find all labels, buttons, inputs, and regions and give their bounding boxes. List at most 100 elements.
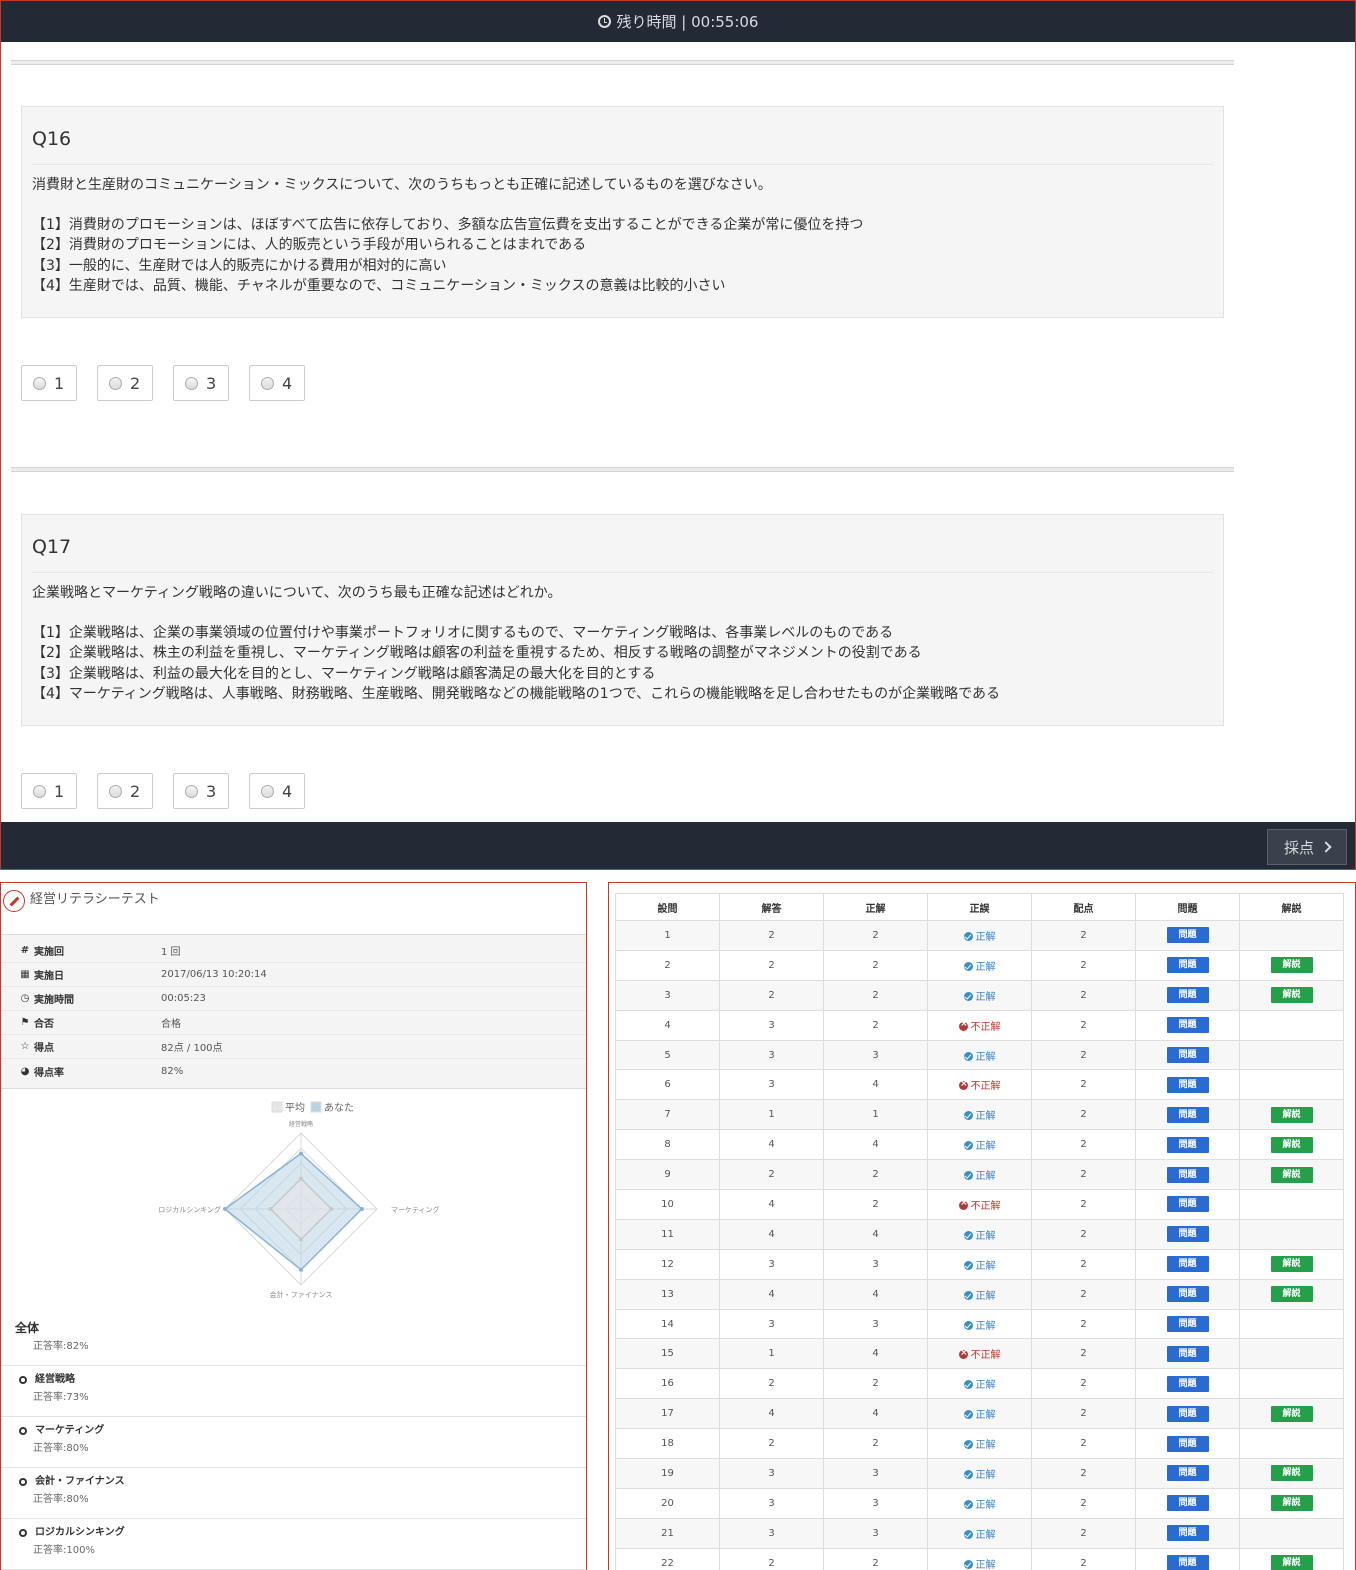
correct-answer-cell: 2: [823, 1189, 928, 1220]
answer-choice-4[interactable]: 4: [249, 365, 305, 401]
view-explanation-button[interactable]: 解説: [1270, 987, 1313, 1004]
answer-choice-2[interactable]: 2: [97, 773, 153, 809]
your-answer-cell: 4: [719, 1129, 824, 1161]
view-explanation-button[interactable]: 解説: [1270, 957, 1313, 974]
view-question-button[interactable]: 問題: [1166, 1106, 1209, 1123]
answer-choice-3[interactable]: 3: [173, 773, 229, 809]
question-divider: [11, 467, 1234, 472]
correct-answer-cell: 2: [823, 1159, 928, 1191]
table-row: 634 不正解 2 問題: [615, 1069, 1344, 1101]
column-header: 正解: [823, 893, 928, 921]
choice-label: 2: [130, 781, 141, 801]
radio-icon[interactable]: [261, 784, 274, 798]
view-explanation-button[interactable]: 解説: [1270, 1495, 1313, 1512]
question-button-cell: 問題: [1135, 979, 1240, 1011]
answer-choice-1[interactable]: 1: [21, 365, 77, 401]
radio-icon[interactable]: [33, 376, 46, 390]
view-explanation-button[interactable]: 解説: [1270, 1136, 1313, 1153]
view-question-button[interactable]: 問題: [1166, 1375, 1209, 1392]
view-question-button[interactable]: 問題: [1166, 1166, 1209, 1183]
view-question-button[interactable]: 問題: [1166, 1435, 1209, 1452]
view-explanation-button[interactable]: 解説: [1270, 1405, 1313, 1422]
result-status-cell: 正解: [927, 1159, 1032, 1191]
radio-icon[interactable]: [185, 376, 198, 390]
view-question-button[interactable]: 問題: [1166, 1345, 1209, 1362]
radio-icon[interactable]: [261, 376, 274, 390]
radio-icon[interactable]: [109, 376, 122, 390]
result-status-cell: 正解: [927, 1547, 1032, 1570]
table-row: 1514 不正解 2 問題: [615, 1338, 1344, 1370]
view-explanation-button[interactable]: 解説: [1270, 1286, 1313, 1303]
circle-icon: [19, 1478, 27, 1486]
view-question-button[interactable]: 問題: [1166, 1226, 1209, 1243]
points-cell: 2: [1031, 1159, 1136, 1191]
view-question-button[interactable]: 問題: [1166, 987, 1209, 1004]
view-question-button[interactable]: 問題: [1166, 1525, 1209, 1542]
view-question-button[interactable]: 問題: [1166, 1196, 1209, 1213]
answers-table: 設問 解答 正解 正誤 配点 問題 解説 1 2 2 正解 2 問題 2 2 2 正解 2 問題 解説 3…: [615, 893, 1344, 1570]
status-label: 正解: [975, 931, 996, 943]
radio-icon[interactable]: [33, 784, 46, 798]
check-circle-icon: [963, 1499, 973, 1509]
view-question-button[interactable]: 問題: [1166, 1465, 1209, 1482]
radar-series-you-point: [299, 1267, 303, 1272]
column-header: 解答: [719, 893, 824, 921]
view-question-button[interactable]: 問題: [1166, 1017, 1209, 1034]
view-question-button[interactable]: 問題: [1166, 1405, 1209, 1422]
answer-choice-1[interactable]: 1: [21, 773, 77, 809]
points-cell: 2: [1031, 979, 1136, 1011]
answer-choice-4[interactable]: 4: [249, 773, 305, 809]
your-answer-cell: 2: [719, 1428, 824, 1460]
answer-choice-3[interactable]: 3: [173, 365, 229, 401]
view-question-button[interactable]: 問題: [1166, 957, 1209, 974]
view-explanation-button[interactable]: 解説: [1270, 1106, 1313, 1123]
explanation-button-cell: 解説: [1239, 1248, 1344, 1280]
status-label: 正解: [975, 991, 996, 1003]
result-status-cell: 正解: [927, 920, 1032, 951]
correct-answer-cell: 4: [823, 1338, 928, 1370]
category-name: 経営戦略: [35, 1374, 75, 1385]
view-question-button[interactable]: 問題: [1166, 1136, 1209, 1153]
info-row-date: ▦ 実施日 2017/06/13 10:20:14: [1, 963, 586, 987]
view-question-button[interactable]: 問題: [1166, 1316, 1209, 1333]
view-question-button[interactable]: 問題: [1166, 1495, 1209, 1512]
view-question-button[interactable]: 問題: [1166, 1076, 1209, 1093]
view-question-button[interactable]: 問題: [1166, 1555, 1209, 1570]
correct-answer-cell: 2: [823, 1547, 928, 1570]
your-answer-cell: 4: [719, 1278, 824, 1310]
your-answer-cell: 2: [719, 1368, 824, 1400]
question-button-cell: 問題: [1135, 1129, 1240, 1161]
question-number-cell: 14: [615, 1308, 720, 1340]
answer-choice-2[interactable]: 2: [97, 365, 153, 401]
view-question-button[interactable]: 問題: [1166, 927, 1209, 944]
view-question-button[interactable]: 問題: [1166, 1286, 1209, 1303]
check-circle-icon: [963, 1559, 973, 1569]
your-answer-cell: 3: [719, 1487, 824, 1519]
check-circle-icon: [963, 1260, 973, 1270]
view-explanation-button[interactable]: 解説: [1270, 1465, 1313, 1482]
category-rate: 正答率:100%: [33, 1545, 95, 1556]
check-circle-icon: [963, 1230, 973, 1240]
result-header: 経営リテラシーテスト: [1, 883, 586, 935]
question-option: 【4】生産財では、品質、機能、チャネルが重要なので、コミュニケーション・ミックス…: [32, 277, 726, 294]
question-button-cell: 問題: [1135, 920, 1240, 951]
score-button[interactable]: 採点: [1267, 829, 1347, 865]
radio-icon[interactable]: [185, 784, 198, 798]
explanation-button-cell: 解説: [1239, 1129, 1344, 1161]
result-info-table: # 実施回 1 回 ▦ 実施日 2017/06/13 10:20:14 ◷ 実施時間 …: [1, 935, 586, 1089]
view-explanation-button[interactable]: 解説: [1270, 1166, 1313, 1183]
view-question-button[interactable]: 問題: [1166, 1256, 1209, 1273]
circle-icon: [19, 1427, 27, 1435]
pencil-icon: [3, 890, 25, 912]
your-answer-cell: 2: [719, 949, 824, 981]
view-explanation-button[interactable]: 解説: [1270, 1555, 1313, 1570]
explanation-button-cell: 解説: [1239, 1458, 1344, 1489]
question-button-cell: 問題: [1135, 1248, 1240, 1280]
question-button-cell: 問題: [1135, 1099, 1240, 1131]
category-item: ロジカルシンキング 正答率:100%: [1, 1519, 586, 1570]
radio-icon[interactable]: [109, 784, 122, 798]
view-explanation-button[interactable]: 解説: [1270, 1256, 1313, 1273]
info-key-label: 得点率: [34, 1067, 64, 1079]
result-status-cell: 不正解: [927, 1189, 1032, 1220]
view-question-button[interactable]: 問題: [1166, 1047, 1209, 1063]
